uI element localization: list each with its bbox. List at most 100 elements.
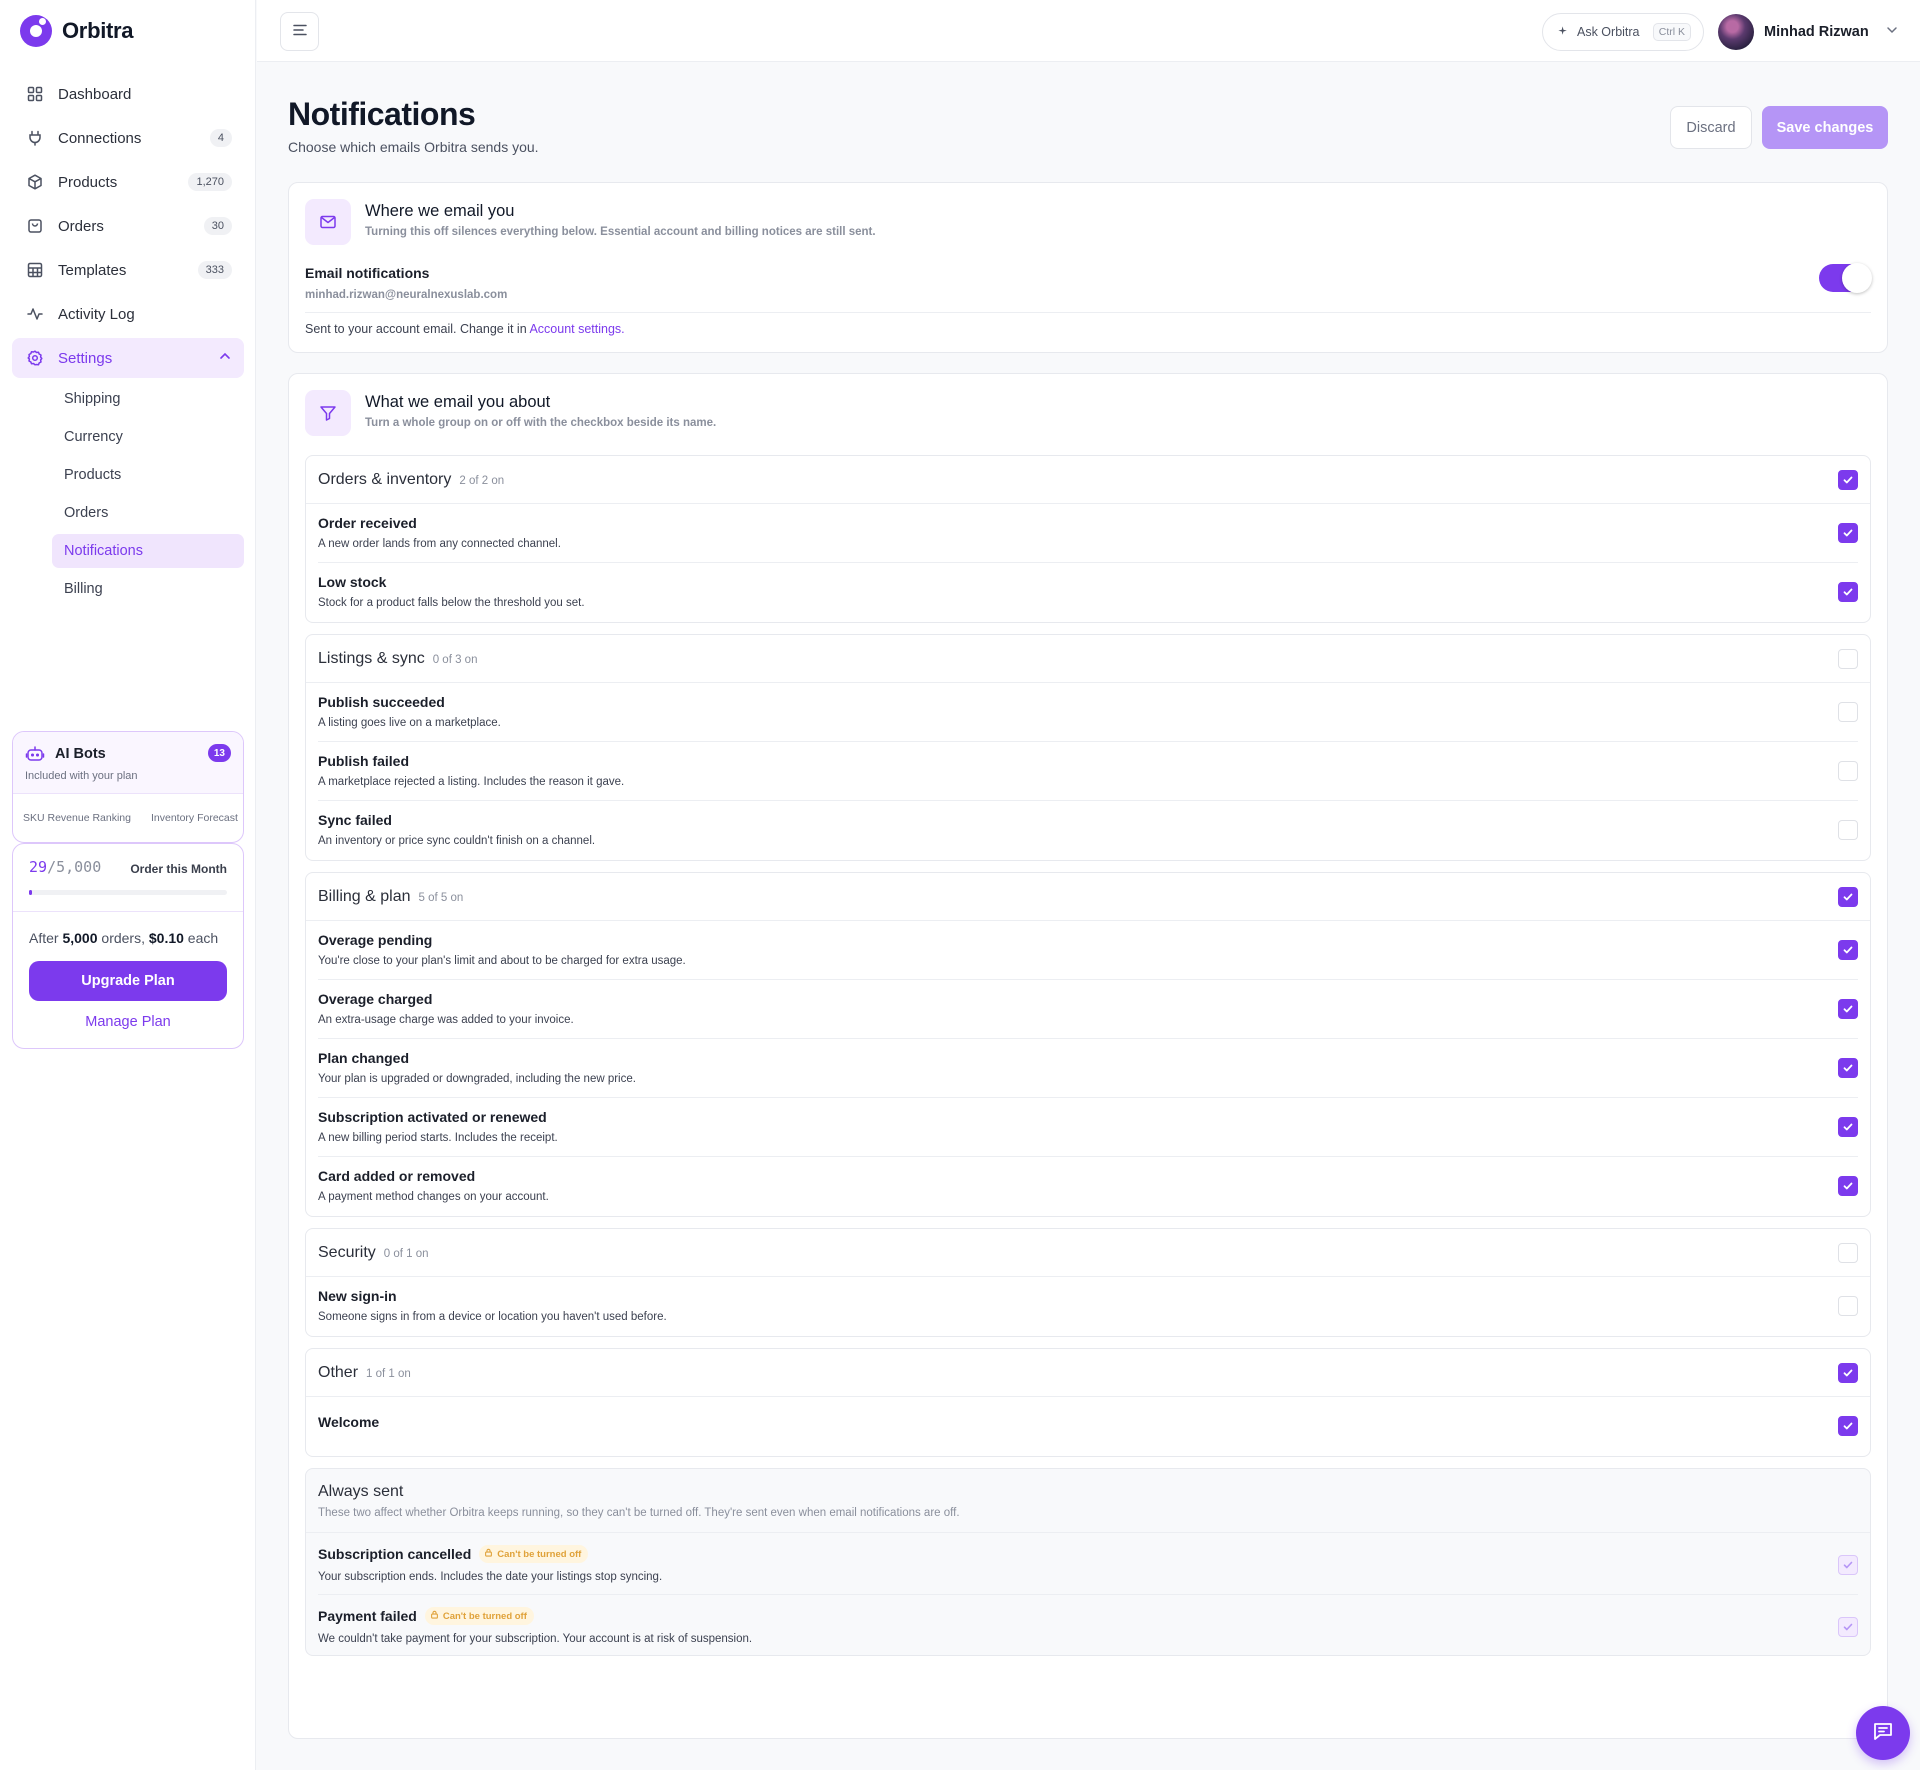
notification-group: Listings & sync 0 of 3 on Publish succeede… [305,634,1871,861]
email-notifications-toggle[interactable] [1819,263,1872,293]
notification-item: Publish succeeded A listing goes live on … [318,683,1858,742]
plan-usage-bar-fill [29,890,32,895]
notification-description: An inventory or price sync couldn't fini… [318,835,596,847]
notification-checkbox[interactable] [1838,820,1858,840]
ai-bots-label: AI Bots [55,746,106,762]
notification-title: Card added or removed [318,1168,475,1184]
notification-title: Low stock [318,574,386,590]
notification-title-text: Publish failed [318,753,410,769]
save-changes-button[interactable]: Save changes [1762,106,1888,149]
notification-item: Overage charged An extra-usage charge was… [318,980,1858,1039]
notification-title: Order received [318,515,417,531]
card-description: Turning this off silences everything bel… [365,226,876,238]
subnav-item-notifications[interactable]: Notifications [52,534,244,568]
notification-checkbox[interactable] [1838,702,1858,722]
notification-title: Publish failed [318,753,409,769]
notification-checkbox[interactable] [1838,999,1858,1019]
plan-usage-bar [29,890,227,895]
group-name: Security [318,1243,376,1261]
group-header: Orders & inventory 2 of 2 on [306,456,1870,504]
sidebar-item-templates[interactable]: Templates 333 [12,250,244,290]
count-badge: 4 [209,129,232,147]
account-settings-link[interactable]: Account settings. [529,322,624,336]
group-header: Billing & plan 5 of 5 on [306,873,1870,921]
group-count: 2 of 2 on [459,474,505,487]
subnav-item-products[interactable]: Products [52,458,244,492]
menu-icon [292,23,307,41]
app-logo[interactable]: Orbitra [20,15,134,47]
menu-toggle-button[interactable] [280,12,319,51]
subnav-item-billing[interactable]: Billing [52,572,244,606]
group-checkbox[interactable] [1838,470,1858,490]
notification-title: Sync failed [318,812,392,828]
main-nav: Dashboard Connections 4 Products 1,270 O… [12,74,244,382]
discard-button[interactable]: Discard [1670,106,1752,149]
notification-checkbox[interactable] [1838,1296,1858,1316]
badge-label: Can't be turned off [442,1610,527,1622]
plan-usage-label: Order this Month [130,862,227,876]
notification-item: Low stock Stock for a product falls below… [318,563,1858,622]
sidebar-item-orders[interactable]: Orders 30 [12,206,244,246]
sidebar-item-label: Products [58,173,118,191]
group-header: Listings & sync 0 of 3 on [306,635,1870,683]
notification-title-text: Plan changed [318,1050,410,1066]
user-menu[interactable]: Minhad Rizwan [1718,14,1899,50]
notification-checkbox[interactable] [1838,1416,1858,1436]
notification-checkbox[interactable] [1838,761,1858,781]
lock-icon [430,1610,439,1622]
app-name: Orbitra [62,18,134,43]
chat-support-button[interactable] [1856,1706,1910,1760]
sidebar-item-products[interactable]: Products 1,270 [12,162,244,202]
sidebar-item-label: Dashboard [58,85,132,103]
group-checkbox[interactable] [1838,1363,1858,1383]
notification-item: New sign-in Someone signs in from a devic… [318,1277,1858,1336]
notification-checkbox[interactable] [1838,1058,1858,1078]
group-checkbox[interactable] [1838,649,1858,669]
notification-description: A payment method changes on your account… [318,1191,549,1203]
upgrade-plan-button[interactable]: Upgrade Plan [29,961,227,1001]
subnav-item-shipping[interactable]: Shipping [52,382,244,416]
manage-plan-link[interactable]: Manage Plan [13,1014,243,1030]
subnav-item-currency[interactable]: Currency [52,420,244,454]
subnav-item-orders[interactable]: Orders [52,496,244,530]
chevron-down-icon [1885,23,1899,42]
avatar [1718,14,1754,50]
notification-description: A marketplace rejected a listing. Includ… [318,776,625,788]
sidebar-item-dashboard[interactable]: Dashboard [12,74,244,114]
notification-checkbox[interactable] [1838,1176,1858,1196]
email-notifications-label: Email notifications [305,265,430,281]
notification-group: Billing & plan 5 of 5 on Overage pending Yo… [305,872,1871,1217]
gear-icon [26,349,44,367]
toggle-knob [1842,263,1872,293]
notification-checkbox[interactable] [1838,940,1858,960]
table-icon [26,261,44,279]
notification-title-text: Payment failed [318,1608,417,1624]
group-checkbox[interactable] [1838,887,1858,907]
bag-icon [26,217,44,235]
ai-bot-item[interactable]: SKU Revenue Ranking [23,812,131,824]
group-count: 0 of 3 on [432,653,478,666]
plan-usage-header: 29/5,000 Order this Month [13,844,243,912]
sidebar-item-activity-log[interactable]: Activity Log [12,294,244,334]
ai-bot-item[interactable]: Inventory Forecast [151,812,238,824]
notification-group: Other 1 of 1 on Welcome [305,1348,1871,1457]
group-name: Always sent [318,1483,404,1500]
ai-bots-card[interactable]: AI Bots 13 Included with your plan SKU R… [12,731,244,843]
card-header: What we email you about Turn a whole gro… [305,390,1871,436]
notification-checkbox[interactable] [1838,523,1858,543]
group-checkbox[interactable] [1838,1243,1858,1263]
notification-item: Welcome [318,1397,1858,1456]
group-name: Listings & sync [318,649,425,667]
sidebar-item-settings[interactable]: Settings [12,338,244,378]
notification-checkbox[interactable] [1838,1117,1858,1137]
notification-item: Order received A new order lands from any… [318,504,1858,563]
ask-orbitra-button[interactable]: Ask Orbitra Ctrl K [1542,13,1704,51]
sidebar-item-connections[interactable]: Connections 4 [12,118,244,158]
sidebar-item-label: Connections [58,129,142,147]
card-header: Where we email you Turning this off sile… [305,199,1871,245]
dashboard-icon [26,85,44,103]
group-description: These two affect whether Orbitra keeps r… [318,1507,960,1519]
notification-checkbox[interactable] [1838,582,1858,602]
ai-bots-title: AI Bots [25,744,231,764]
notification-title-text: Welcome [318,1414,380,1430]
